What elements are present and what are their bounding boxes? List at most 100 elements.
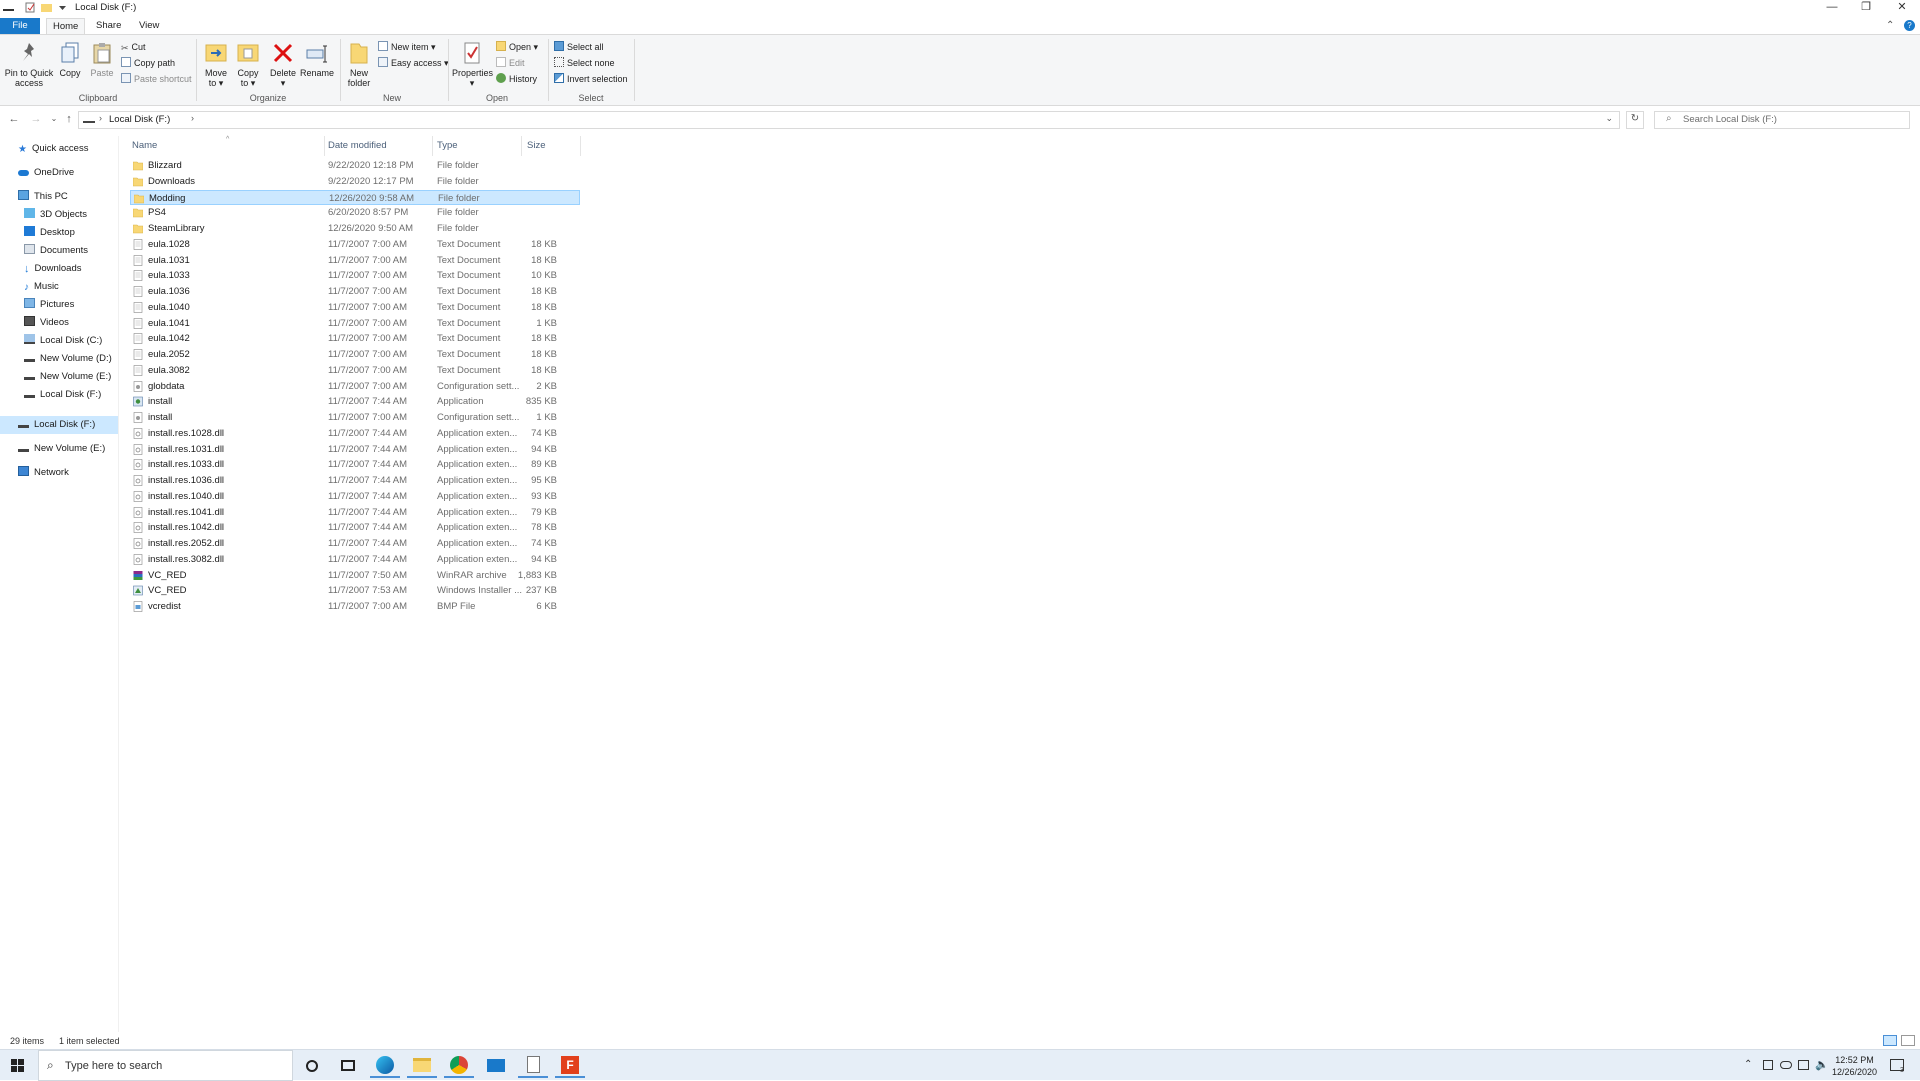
nav-new-volume-d[interactable]: New Volume (D:) <box>24 350 112 368</box>
nav-videos[interactable]: Videos <box>24 314 69 332</box>
nav-local-disk-f-root[interactable]: Local Disk (F:) <box>0 416 118 434</box>
taskbar-search-box[interactable]: ⌕ Type here to search <box>38 1050 293 1081</box>
nav-pictures[interactable]: Pictures <box>24 296 74 314</box>
open-button[interactable]: Open ▾ <box>496 40 538 54</box>
paste-button[interactable]: Paste <box>88 41 116 78</box>
explorer-app-icon[interactable] <box>3 2 14 13</box>
folder-row[interactable]: SteamLibrary 12/26/2020 9:50 AM File folde… <box>130 221 580 237</box>
folder-row[interactable]: PS4 6/20/2020 8:57 PM File folder <box>130 205 580 221</box>
file-row[interactable]: install.res.1033.dll 11/7/2007 7:44 AM App… <box>130 457 580 473</box>
restore-button[interactable]: ❐ <box>1850 0 1882 16</box>
column-header-type[interactable]: Type <box>437 140 458 151</box>
back-arrow-icon[interactable]: ← <box>7 112 21 126</box>
show-hidden-icons-icon[interactable]: ⌃ <box>1744 1059 1752 1070</box>
nav-downloads[interactable]: ↓ Downloads <box>24 260 82 278</box>
up-arrow-icon[interactable]: ↑ <box>62 112 76 126</box>
folder-row[interactable]: Blizzard 9/22/2020 12:18 PM File folder <box>130 158 580 174</box>
file-row[interactable]: eula.1031 11/7/2007 7:00 AM Text Document 1… <box>130 253 580 269</box>
column-divider[interactable] <box>521 136 522 156</box>
large-icons-view-icon[interactable] <box>1901 1035 1915 1046</box>
clock[interactable]: 12:52 PM 12/26/2020 <box>1832 1054 1877 1078</box>
column-divider[interactable] <box>432 136 433 156</box>
file-row[interactable]: install.res.1042.dll 11/7/2007 7:44 AM App… <box>130 520 580 536</box>
new-folder-button[interactable]: New folder <box>344 41 374 88</box>
copy-to-button[interactable]: Copy to ▾ <box>234 41 262 88</box>
file-row[interactable]: eula.1036 11/7/2007 7:00 AM Text Document 1… <box>130 284 580 300</box>
chrome-icon[interactable] <box>444 1053 474 1078</box>
file-row[interactable]: install 11/7/2007 7:00 AM Configuration se… <box>130 410 580 426</box>
windows-start-icon[interactable] <box>11 1059 24 1072</box>
file-row[interactable]: eula.1042 11/7/2007 7:00 AM Text Document 1… <box>130 331 580 347</box>
copy-button[interactable]: Copy <box>56 41 84 78</box>
nav-music[interactable]: ♪ Music <box>24 278 59 296</box>
paste-shortcut-button[interactable]: Paste shortcut <box>121 72 192 86</box>
breadcrumb-local-disk[interactable]: Local Disk (F:) <box>109 114 170 125</box>
network-tray-icon[interactable] <box>1798 1060 1809 1070</box>
search-input[interactable]: Search Local Disk (F:) <box>1654 111 1910 129</box>
nav-new-volume-e[interactable]: New Volume (E:) <box>24 368 111 386</box>
file-row[interactable]: install.res.1041.dll 11/7/2007 7:44 AM App… <box>130 505 580 521</box>
tab-file[interactable]: File <box>0 18 40 34</box>
customize-quick-access-icon[interactable] <box>57 2 68 13</box>
invert-selection-button[interactable]: Invert selection <box>554 72 628 86</box>
file-row[interactable]: install.res.3082.dll 11/7/2007 7:44 AM App… <box>130 552 580 568</box>
file-row[interactable]: install 11/7/2007 7:44 AM Application 835 K… <box>130 394 580 410</box>
file-row[interactable]: install.res.1036.dll 11/7/2007 7:44 AM App… <box>130 473 580 489</box>
file-explorer-icon[interactable] <box>407 1053 437 1078</box>
file-row[interactable]: vcredist 11/7/2007 7:00 AM BMP File 6 KB <box>130 599 580 615</box>
breadcrumb-chevron-icon[interactable]: › <box>191 113 194 123</box>
file-row[interactable]: VC_RED 11/7/2007 7:50 AM WinRAR archive 1,8… <box>130 568 580 584</box>
file-row[interactable]: eula.1033 11/7/2007 7:00 AM Text Document 1… <box>130 268 580 284</box>
close-button[interactable]: ✕ <box>1886 0 1918 16</box>
collapse-ribbon-icon[interactable]: ⌃ <box>1886 20 1894 31</box>
device-icon[interactable] <box>1763 1060 1773 1070</box>
properties-quick-icon[interactable] <box>25 2 36 13</box>
nav-new-volume-e-root[interactable]: New Volume (E:) <box>18 440 105 458</box>
nav-network[interactable]: Network <box>18 464 69 482</box>
minimize-button[interactable]: — <box>1816 0 1848 16</box>
tab-view[interactable]: View <box>133 18 165 34</box>
nav-local-disk-f[interactable]: Local Disk (F:) <box>24 386 101 404</box>
edit-button[interactable]: Edit <box>496 56 525 70</box>
edge-icon[interactable] <box>370 1053 400 1078</box>
cortana-icon[interactable] <box>297 1053 327 1078</box>
select-all-button[interactable]: Select all <box>554 40 604 54</box>
address-dropdown-icon[interactable]: ⌄ <box>1605 113 1613 124</box>
breadcrumb-chevron-icon[interactable]: › <box>99 113 102 123</box>
details-view-icon[interactable] <box>1883 1035 1897 1046</box>
file-row[interactable]: globdata 11/7/2007 7:00 AM Configuration s… <box>130 379 580 395</box>
cut-button[interactable]: ✂ Cut <box>121 40 146 54</box>
properties-button[interactable]: Properties ▾ <box>452 41 493 88</box>
foxit-reader-icon[interactable]: F <box>555 1053 585 1078</box>
file-row[interactable]: eula.2052 11/7/2007 7:00 AM Text Document 1… <box>130 347 580 363</box>
nav-this-pc[interactable]: This PC <box>18 188 68 206</box>
volume-icon[interactable]: 🔈 <box>1815 1058 1829 1071</box>
folder-row[interactable]: Modding 12/26/2020 9:58 AM File folder <box>130 189 580 206</box>
file-row[interactable]: eula.1040 11/7/2007 7:00 AM Text Document 1… <box>130 300 580 316</box>
file-row[interactable]: VC_RED 11/7/2007 7:53 AM Windows Installer… <box>130 583 580 599</box>
easy-access-button[interactable]: Easy access ▾ <box>378 56 449 70</box>
forward-arrow-icon[interactable]: → <box>29 112 43 126</box>
folder-row[interactable]: Downloads 9/22/2020 12:17 PM File folder <box>130 174 580 190</box>
column-header-name[interactable]: Name <box>132 140 157 151</box>
nav-onedrive[interactable]: OneDrive <box>18 164 74 182</box>
delete-button[interactable]: Delete ▾ <box>268 41 298 88</box>
new-item-button[interactable]: New item ▾ <box>378 40 436 54</box>
help-icon[interactable]: ? <box>1904 20 1915 31</box>
new-folder-quick-icon[interactable] <box>41 2 52 13</box>
column-header-date[interactable]: Date modified <box>328 140 387 151</box>
history-button[interactable]: History <box>496 72 537 86</box>
pin-to-quick-access-button[interactable]: Pin to Quick access <box>4 41 54 88</box>
nav-local-disk-c[interactable]: Local Disk (C:) <box>24 332 102 350</box>
file-row[interactable]: eula.1041 11/7/2007 7:00 AM Text Document 1… <box>130 316 580 332</box>
nav-documents[interactable]: Documents <box>24 242 88 260</box>
move-to-button[interactable]: Move to ▾ <box>202 41 230 88</box>
tab-share[interactable]: Share <box>90 18 127 34</box>
nav-3d-objects[interactable]: 3D Objects <box>24 206 87 224</box>
file-row[interactable]: install.res.1031.dll 11/7/2007 7:44 AM App… <box>130 442 580 458</box>
tab-home[interactable]: Home <box>46 18 86 34</box>
column-divider[interactable] <box>324 136 325 156</box>
column-header-size[interactable]: Size <box>527 140 545 151</box>
column-divider[interactable] <box>580 136 581 156</box>
onedrive-tray-icon[interactable] <box>1780 1061 1792 1069</box>
